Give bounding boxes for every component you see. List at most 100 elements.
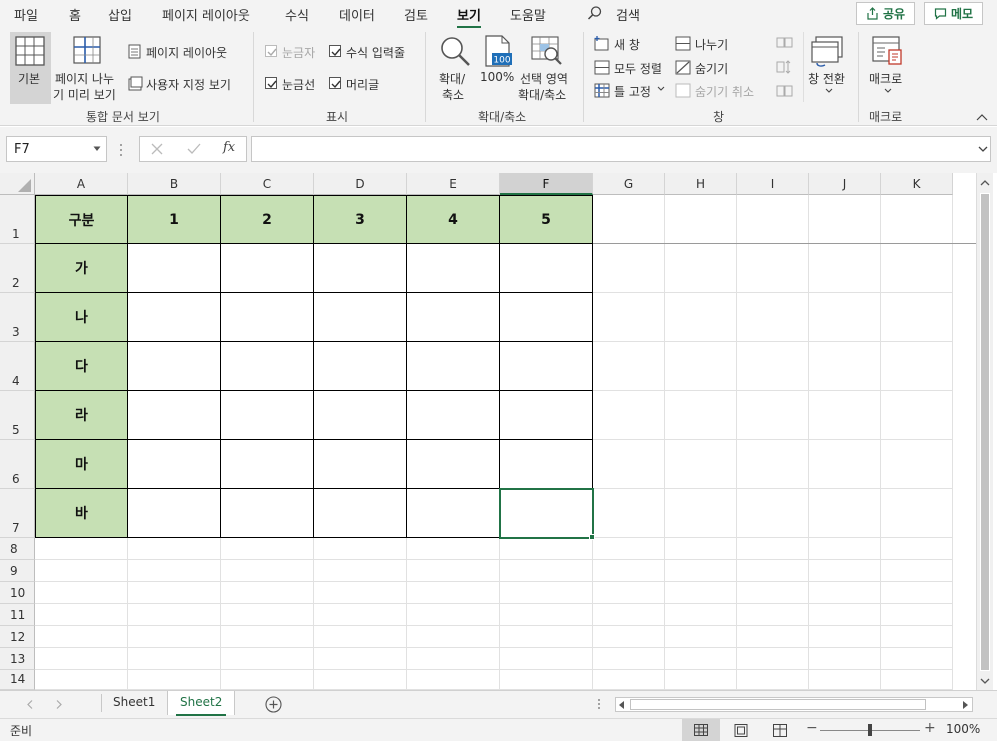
cell-g11[interactable]	[593, 604, 665, 626]
column-header-d[interactable]: D	[314, 173, 407, 195]
cell-g2[interactable]	[593, 244, 665, 293]
expand-formula-bar-icon[interactable]	[978, 146, 988, 153]
cell-b4[interactable]	[128, 342, 221, 391]
tab-page-layout[interactable]: 페이지 레이아웃	[162, 5, 250, 24]
cell-k4[interactable]	[881, 342, 953, 391]
memo-button[interactable]: 메모	[924, 2, 983, 25]
cell-k3[interactable]	[881, 293, 953, 342]
cell-e4[interactable]	[407, 342, 500, 391]
cell-g9[interactable]	[593, 560, 665, 582]
cell-j9[interactable]	[809, 560, 881, 582]
cell-j3[interactable]	[809, 293, 881, 342]
cell-i10[interactable]	[737, 582, 809, 604]
cell-h5[interactable]	[665, 391, 737, 440]
cell-a4[interactable]: 다	[35, 342, 128, 391]
cell-e1[interactable]: 4	[407, 195, 500, 244]
page-layout-status-icon[interactable]	[734, 724, 748, 737]
cell-b11[interactable]	[128, 604, 221, 626]
cell-g4[interactable]	[593, 342, 665, 391]
cell-i3[interactable]	[737, 293, 809, 342]
switch-windows-icon[interactable]	[811, 36, 843, 68]
page-layout-button[interactable]: 페이지 레이아웃	[146, 44, 227, 61]
horizontal-scroll-thumb[interactable]	[630, 699, 926, 710]
cell-g5[interactable]	[593, 391, 665, 440]
cell-f4[interactable]	[500, 342, 593, 391]
cell-k8[interactable]	[881, 538, 953, 560]
zoom-out-icon[interactable]: −	[806, 720, 818, 736]
cell-g7[interactable]	[593, 489, 665, 538]
column-header-i[interactable]: I	[737, 173, 809, 195]
search-box[interactable]: 검색	[585, 4, 665, 24]
split-button[interactable]: 나누기	[695, 36, 728, 53]
cell-e10[interactable]	[407, 582, 500, 604]
cell-h2[interactable]	[665, 244, 737, 293]
freeze-panes-button[interactable]: 틀 고정	[614, 83, 651, 100]
cell-h7[interactable]	[665, 489, 737, 538]
cell-i11[interactable]	[737, 604, 809, 626]
cell-b8[interactable]	[128, 538, 221, 560]
cell-f2[interactable]	[500, 244, 593, 293]
cell-g1[interactable]	[593, 195, 665, 244]
cell-b3[interactable]	[128, 293, 221, 342]
cell-a6[interactable]: 마	[35, 440, 128, 489]
cell-a7[interactable]: 바	[35, 489, 128, 538]
column-header-f[interactable]: F	[500, 173, 593, 195]
cell-f1[interactable]: 5	[500, 195, 593, 244]
cell-j4[interactable]	[809, 342, 881, 391]
row-header-6[interactable]: 6	[0, 440, 35, 489]
cell-h4[interactable]	[665, 342, 737, 391]
select-all-button[interactable]	[0, 173, 35, 195]
cell-c12[interactable]	[221, 626, 314, 648]
cell-j5[interactable]	[809, 391, 881, 440]
row-header-3[interactable]: 3	[0, 293, 35, 342]
cell-h1[interactable]	[665, 195, 737, 244]
cell-i6[interactable]	[737, 440, 809, 489]
cell-i2[interactable]	[737, 244, 809, 293]
freeze-panes-icon[interactable]	[594, 83, 610, 98]
tab-insert[interactable]: 삽입	[108, 5, 132, 24]
formula-bar-checkbox[interactable]	[329, 45, 341, 57]
cell-d7[interactable]	[314, 489, 407, 538]
unhide-icon[interactable]	[675, 83, 691, 98]
cell-c9[interactable]	[221, 560, 314, 582]
cell-e2[interactable]	[407, 244, 500, 293]
cell-g8[interactable]	[593, 538, 665, 560]
cell-c2[interactable]	[221, 244, 314, 293]
row-header-13[interactable]: 13	[0, 648, 35, 670]
cell-k14[interactable]	[881, 670, 953, 690]
column-header-j[interactable]: J	[809, 173, 881, 195]
cell-e5[interactable]	[407, 391, 500, 440]
cell-b12[interactable]	[128, 626, 221, 648]
hide-icon[interactable]	[675, 60, 691, 75]
cell-h11[interactable]	[665, 604, 737, 626]
cell-k2[interactable]	[881, 244, 953, 293]
cell-j11[interactable]	[809, 604, 881, 626]
cell-i8[interactable]	[737, 538, 809, 560]
cell-c10[interactable]	[221, 582, 314, 604]
cell-c8[interactable]	[221, 538, 314, 560]
new-window-button[interactable]: 새 창	[614, 36, 640, 53]
column-header-g[interactable]: G	[593, 173, 665, 195]
cell-e11[interactable]	[407, 604, 500, 626]
cell-d8[interactable]	[314, 538, 407, 560]
cell-a13[interactable]	[35, 648, 128, 670]
cell-g3[interactable]	[593, 293, 665, 342]
cell-f14[interactable]	[500, 670, 593, 690]
cell-j2[interactable]	[809, 244, 881, 293]
custom-views-icon[interactable]	[128, 76, 143, 91]
cell-k11[interactable]	[881, 604, 953, 626]
cell-d3[interactable]	[314, 293, 407, 342]
row-header-12[interactable]: 12	[0, 626, 35, 648]
cell-c7[interactable]	[221, 489, 314, 538]
cell-i7[interactable]	[737, 489, 809, 538]
cell-a14[interactable]	[35, 670, 128, 690]
cell-h6[interactable]	[665, 440, 737, 489]
worksheet-grid[interactable]: ABCDEFGHIJK 1 2 3 4 5 6 7 8 9 10 11 12 13 14 구분 1 2 3 4 5 가…	[0, 173, 997, 690]
zoom-icon[interactable]	[439, 35, 471, 67]
cell-c13[interactable]	[221, 648, 314, 670]
column-header-c[interactable]: C	[221, 173, 314, 195]
cell-a10[interactable]	[35, 582, 128, 604]
zoom-100-icon[interactable]: 100	[484, 35, 512, 67]
cell-i14[interactable]	[737, 670, 809, 690]
zoom-level[interactable]: 100%	[946, 722, 980, 736]
